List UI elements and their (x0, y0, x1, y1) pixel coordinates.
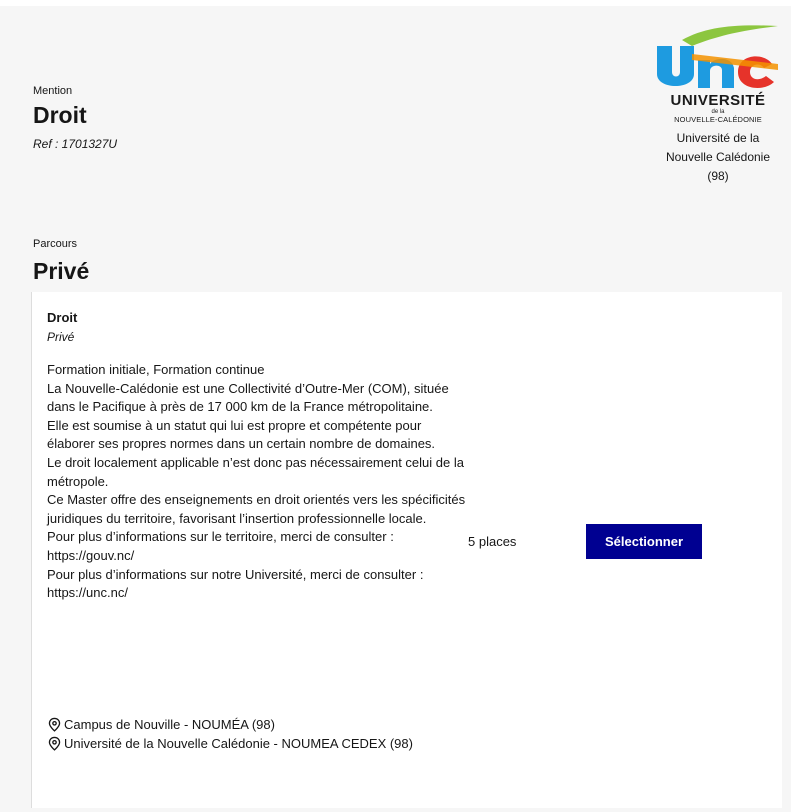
formation-panel: Mention Droit Ref : 1701327U UNIVERSITÉ … (0, 6, 791, 812)
parcours-title: Privé (33, 258, 90, 284)
formation-title: Droit (47, 310, 78, 325)
mention-label: Mention (33, 85, 73, 97)
parcours-label: Parcours (33, 238, 78, 250)
etablissement-line: (98) (707, 169, 729, 183)
university-logo: UNIVERSITÉ de la NOUVELLE-CALÉDONIE (652, 24, 784, 128)
etablissement-name: Université de la Nouvelle Calédonie (98) (648, 129, 788, 186)
location-item: Université de la Nouvelle Calédonie - NO… (47, 735, 457, 754)
select-button[interactable]: Sélectionner (586, 524, 702, 559)
logo-universite-text: UNIVERSITÉ (670, 92, 766, 109)
places-count: 5 places (468, 534, 517, 549)
map-pin-icon (48, 717, 61, 732)
description-paragraph: Pour plus d’informations sur notre Unive… (47, 566, 424, 601)
description-paragraph: Formation initiale, Formation continue (47, 362, 265, 377)
formation-subtitle: Privé (47, 330, 75, 344)
etablissement-line: Université de la (676, 131, 760, 145)
description-paragraph: Ce Master offre des enseignements en dro… (47, 492, 466, 526)
logo-nc-text: NOUVELLE-CALÉDONIE (674, 115, 762, 124)
description-paragraph: Elle est soumise à un statut qui lui est… (47, 417, 436, 452)
formation-description: Formation initiale, Formation continue L… (47, 361, 472, 603)
mention-title: Droit (33, 102, 87, 128)
map-pin-icon (48, 736, 61, 751)
location-text: Campus de Nouville - NOUMÉA (98) (64, 717, 275, 732)
formation-card: Droit Privé Formation initiale, Formatio… (31, 292, 782, 808)
etablissement-line: Nouvelle Calédonie (665, 150, 771, 164)
location-text: Université de la Nouvelle Calédonie - NO… (64, 736, 413, 751)
unc-logo-mark (657, 25, 778, 88)
location-item: Campus de Nouville - NOUMÉA (98) (47, 716, 275, 735)
description-paragraph: Pour plus d’informations sur le territoi… (47, 529, 394, 563)
description-paragraph: Le droit localement applicable n’est don… (47, 454, 464, 489)
mention-ref: Ref : 1701327U (33, 137, 118, 151)
description-paragraph: La Nouvelle-Calédonie est une Collectivi… (47, 380, 449, 415)
